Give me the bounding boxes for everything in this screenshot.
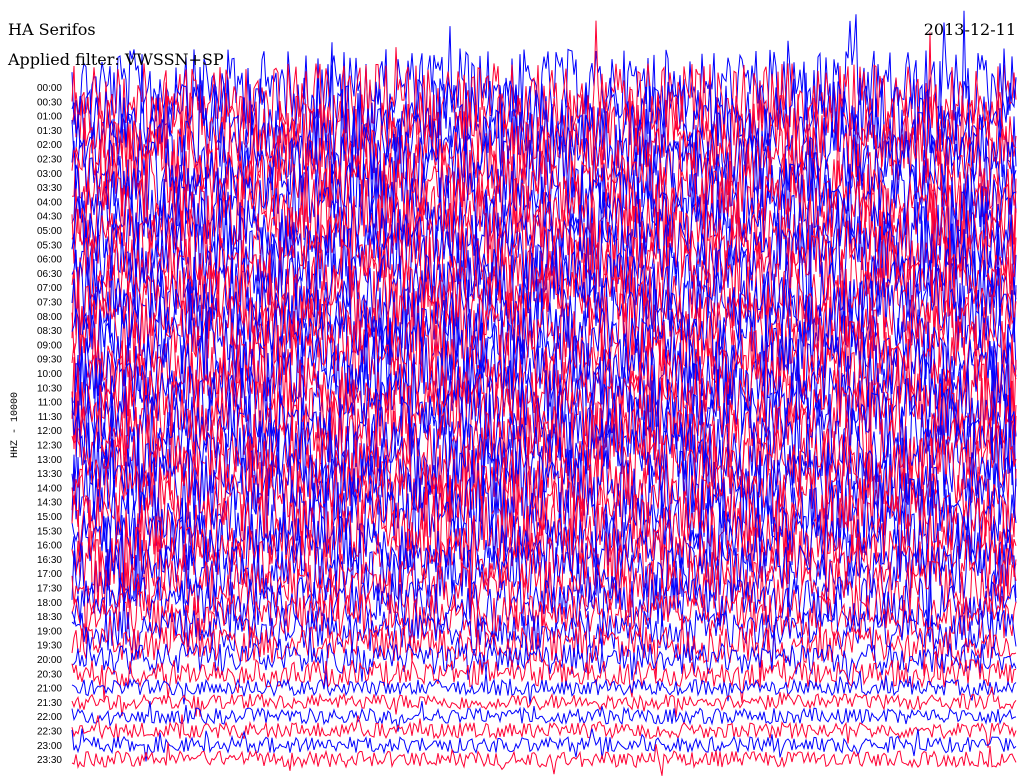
- tick-label: 13:30: [37, 469, 62, 480]
- tick-label: 14:30: [37, 498, 62, 509]
- tick-label: 09:00: [37, 340, 62, 351]
- tick-label: 00:00: [37, 83, 62, 94]
- tick-label: 03:00: [37, 169, 62, 180]
- tick-label: 22:30: [37, 727, 62, 738]
- tick-label: 17:30: [37, 584, 62, 595]
- station-title: HA Serifos: [8, 20, 96, 39]
- tick-label: 02:00: [37, 140, 62, 151]
- tick-label: 10:30: [37, 383, 62, 394]
- tick-label: 17:00: [37, 569, 62, 580]
- tick-label: 11:00: [38, 398, 63, 409]
- tick-label: 19:00: [37, 626, 62, 637]
- tick-label: 08:00: [37, 312, 62, 323]
- tick-label: 23:00: [37, 741, 62, 752]
- y-axis-label: HHZ - 10000: [10, 392, 21, 458]
- tick-label: 21:30: [37, 698, 62, 709]
- tick-label: 22:00: [37, 712, 62, 723]
- tick-label: 09:30: [37, 355, 62, 366]
- tick-label: 23:30: [37, 755, 62, 766]
- tick-label: 00:30: [37, 97, 62, 108]
- tick-label: 04:00: [37, 197, 62, 208]
- tick-label: 20:30: [37, 669, 62, 680]
- tick-label: 02:30: [37, 155, 62, 166]
- tick-label: 01:00: [37, 112, 62, 123]
- tick-label: 07:30: [37, 298, 62, 309]
- tick-label: 05:30: [37, 240, 62, 251]
- tick-label: 18:00: [37, 598, 62, 609]
- helicorder-plot: HA Serifos 2013-12-11 Applied filter: VW…: [0, 0, 1024, 780]
- tick-label: 16:30: [37, 555, 62, 566]
- tick-label: 10:00: [37, 369, 62, 380]
- tick-label: 08:30: [37, 326, 62, 337]
- tick-label: 13:00: [37, 455, 62, 466]
- tick-label: 11:30: [38, 412, 63, 423]
- tick-label: 21:00: [37, 684, 62, 695]
- tick-label: 06:30: [37, 269, 62, 280]
- tick-label: 14:00: [37, 483, 62, 494]
- tick-label: 04:30: [37, 212, 62, 223]
- tick-label: 12:00: [37, 426, 62, 437]
- tick-label: 18:30: [37, 612, 62, 623]
- date-label: 2013-12-11: [924, 20, 1016, 39]
- tick-label: 07:00: [37, 283, 62, 294]
- tick-label: 15:00: [37, 512, 62, 523]
- tick-label: 03:30: [37, 183, 62, 194]
- tick-label: 12:30: [37, 441, 62, 452]
- tick-label: 01:30: [37, 126, 62, 137]
- tick-label: 16:00: [37, 541, 62, 552]
- tick-label: 06:00: [37, 255, 62, 266]
- tick-label: 19:30: [37, 641, 62, 652]
- filter-label: Applied filter: VWSSN+SP: [7, 50, 224, 69]
- tick-label: 05:00: [37, 226, 62, 237]
- tick-label: 15:30: [37, 526, 62, 537]
- tick-label: 20:00: [37, 655, 62, 666]
